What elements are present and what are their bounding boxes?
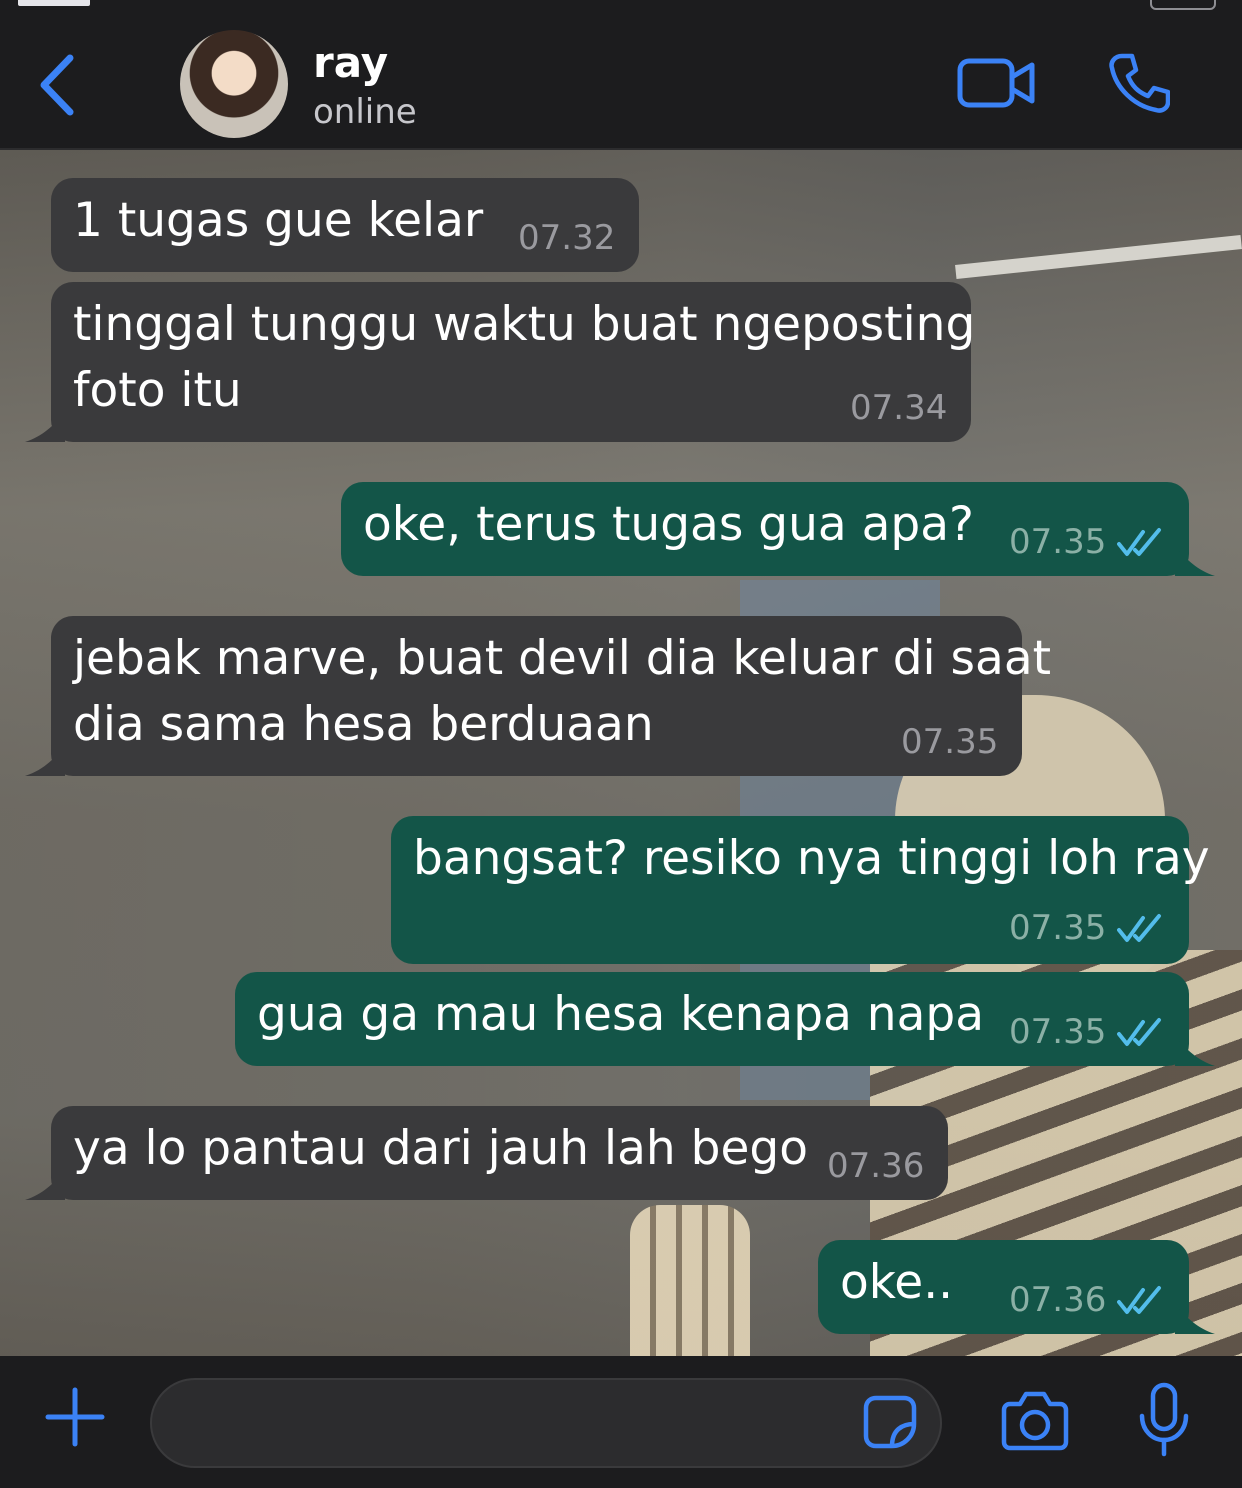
sticker-button[interactable]	[862, 1394, 918, 1450]
double-check-icon	[1117, 528, 1161, 556]
message-text: 1 tugas gue kelar	[73, 193, 484, 248]
message-text: tinggal tunggu waktu buat ngeposting fot…	[73, 297, 976, 418]
message-time: 07.35	[1009, 522, 1107, 562]
video-call-button[interactable]	[956, 55, 1036, 111]
camera-icon	[1001, 1391, 1069, 1451]
message-time: 07.36	[827, 1146, 925, 1186]
double-check-icon	[1117, 1018, 1161, 1046]
status-bar	[0, 0, 1242, 12]
message-bubble-outgoing[interactable]: bangsat? resiko nya tinggi loh ray 07.35	[391, 816, 1210, 964]
bubble-tail	[1175, 1304, 1215, 1334]
bubble-tail	[1175, 1036, 1215, 1066]
message-time: 07.32	[518, 218, 616, 258]
chevron-left-icon	[40, 54, 74, 116]
wallpaper-hand	[630, 1205, 750, 1356]
message-bubble-incoming[interactable]: tinggal tunggu waktu buat ngeposting fot…	[25, 282, 975, 442]
plus-icon	[45, 1387, 105, 1447]
message-time: 07.35	[1009, 908, 1107, 948]
message-bubble-outgoing[interactable]: gua ga mau hesa kenapa napa 07.35	[235, 972, 1215, 1066]
chat-header: ray online	[0, 0, 1242, 150]
composer-bar	[0, 1356, 1242, 1488]
phone-icon	[1109, 53, 1170, 113]
double-check-icon	[1117, 1286, 1161, 1314]
signal-icon	[18, 0, 90, 6]
attach-button[interactable]	[44, 1386, 106, 1448]
microphone-button[interactable]	[1138, 1382, 1190, 1458]
message-text: bangsat? resiko nya tinggi loh ray	[413, 831, 1210, 886]
message-time: 07.35	[901, 722, 999, 762]
message-text: gua ga mau hesa kenapa napa	[257, 987, 985, 1042]
voice-call-button[interactable]	[1108, 52, 1170, 114]
message-time: 07.35	[1009, 1012, 1107, 1052]
camera-button[interactable]	[1000, 1390, 1070, 1452]
avatar[interactable]	[180, 30, 288, 138]
sticker-icon	[863, 1395, 917, 1449]
battery-icon	[1150, 0, 1216, 10]
message-input[interactable]	[150, 1378, 942, 1468]
video-camera-icon	[957, 58, 1035, 108]
bubble-tail	[1175, 546, 1215, 576]
contact-status: online	[313, 92, 417, 132]
message-text: ya lo pantau dari jauh lah bego	[73, 1121, 808, 1176]
bubble-tail	[25, 1170, 65, 1200]
message-time: 07.36	[1009, 1280, 1107, 1320]
message-bubble-incoming[interactable]: ya lo pantau dari jauh lah bego 07.36	[25, 1106, 948, 1200]
message-text: oke, terus tugas gua apa?	[363, 497, 974, 552]
chat-area[interactable]: 1 tugas gue kelar 07.32 tinggal tunggu w…	[0, 150, 1242, 1356]
back-button[interactable]	[36, 52, 80, 118]
message-bubble-incoming[interactable]: 1 tugas gue kelar 07.32	[51, 178, 639, 272]
message-time: 07.34	[850, 388, 948, 428]
message-bubble-incoming[interactable]: jebak marve, buat devil dia keluar di sa…	[25, 616, 1051, 776]
message-text: oke..	[840, 1255, 954, 1310]
bubble-tail	[25, 412, 65, 442]
message-bubble-outgoing[interactable]: oke, terus tugas gua apa? 07.35	[341, 482, 1215, 576]
double-check-icon	[1117, 914, 1161, 942]
contact-name[interactable]: ray	[313, 38, 388, 87]
microphone-icon	[1139, 1382, 1189, 1457]
message-bubble-outgoing[interactable]: oke.. 07.36	[818, 1240, 1215, 1334]
bubble-tail	[25, 746, 65, 776]
